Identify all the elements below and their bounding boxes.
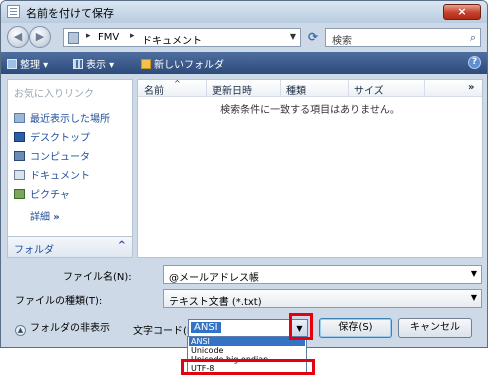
column-modified[interactable]: 更新日時 [212,82,252,97]
nav-link-label: コンピュータ [30,152,90,163]
file-list[interactable]: 名前 ^ 更新日時 種類 サイズ » 検索条件に一致する項目はありません。 [137,79,483,258]
column-size[interactable]: サイズ [354,82,384,97]
address-bar[interactable]: ▸ FMV ▸ ドキュメント ▼ [63,28,301,47]
new-folder-button[interactable]: 新しいフォルダ [141,56,224,71]
sort-ascending-icon: ^ [174,79,181,88]
filename-field[interactable]: @メールアドレス帳 ▼ [163,265,482,284]
views-button[interactable]: 表示 ▾ [73,56,114,71]
chevron-up-icon: ▲ [15,325,26,336]
encoding-option-unicode[interactable]: Unicode [189,346,305,355]
column-header-row: 名前 ^ 更新日時 種類 サイズ » [138,79,482,97]
chevron-up-icon: ^ [117,240,126,251]
views-icon [73,59,83,69]
empty-message: 検索条件に一致する項目はありません。 [220,105,400,116]
favorites-header: お気に入りリンク [14,89,94,100]
filetype-value: テキスト文書 (*.txt) [169,297,262,308]
nav-link-label: ピクチャ [30,190,70,201]
documents-icon [14,170,25,180]
breadcrumb-separator[interactable]: ▸ [130,31,135,41]
desktop-icon [14,132,25,142]
chevron-down-icon[interactable]: ▼ [471,269,477,278]
nav-link-pictures[interactable]: ピクチャ [14,186,70,201]
forward-button[interactable]: ▶ [29,26,51,48]
more-columns-icon[interactable]: » [468,82,474,93]
toolbar: 整理 ▾ 表示 ▾ 新しいフォルダ ? [1,52,487,74]
column-name[interactable]: 名前 [144,82,164,97]
search-icon[interactable]: ⌕ [470,31,476,45]
organize-button[interactable]: 整理 ▾ [7,56,48,71]
breadcrumb-separator[interactable]: ▸ [86,31,91,41]
new-folder-label: 新しいフォルダ [154,60,224,71]
column-divider[interactable] [348,80,349,97]
help-icon[interactable]: ? [468,56,481,69]
cancel-button[interactable]: キャンセル [398,318,472,338]
folder-icon [68,32,79,44]
nav-link-recent[interactable]: 最近表示した場所 [14,110,110,125]
organize-icon [7,59,17,69]
hide-folders-label: フォルダの非表示 [30,323,110,334]
nav-link-documents[interactable]: ドキュメント [14,167,90,182]
nav-link-computer[interactable]: コンピュータ [14,148,90,163]
refresh-icon[interactable]: ⟳ [303,28,323,47]
highlight-utf8-option [181,359,315,375]
window-title: 名前を付けて保存 [26,7,114,20]
filename-value: @メールアドレス帳 [169,273,259,284]
organize-label: 整理 [20,60,40,71]
breadcrumb-documents[interactable]: ドキュメント [142,32,202,47]
nav-link-label: ドキュメント [30,171,90,182]
address-dropdown-icon[interactable]: ▼ [290,32,296,41]
column-type[interactable]: 種類 [286,82,306,97]
views-label: 表示 [86,60,106,71]
navigation-pane: お気に入りリンク 最近表示した場所 デスクトップ コンピュータ ドキュメント ピ… [7,79,133,258]
breadcrumb-fmv[interactable]: FMV [98,32,119,43]
chevron-down-icon[interactable]: ▼ [471,293,477,302]
save-as-dialog: 名前を付けて保存 × ◀ ▶ ▸ FMV ▸ ドキュメント ▼ ⟳ 検索 ⌕ 整… [0,0,488,348]
folders-toggle[interactable]: フォルダ ^ [8,236,132,257]
nav-link-desktop[interactable]: デスクトップ [14,129,90,144]
details-label: 詳細 [30,212,50,223]
highlight-dropdown-button [289,313,313,340]
title-bar: 名前を付けて保存 × [1,1,487,23]
pictures-icon [14,189,25,199]
save-button[interactable]: 保存(S) [319,318,392,338]
nav-link-label: 最近表示した場所 [30,114,110,125]
filetype-select[interactable]: テキスト文書 (*.txt) ▼ [163,289,482,308]
details-chevron-icon: » [53,212,60,223]
search-input[interactable]: 検索 ⌕ [325,28,481,47]
encoding-value: ANSI [191,322,221,333]
hide-folders-toggle[interactable]: ▲ フォルダの非表示 [15,319,110,336]
filename-label: ファイル名(N): [63,272,132,283]
nav-link-label: デスクトップ [30,133,90,144]
details-link[interactable]: 詳細 » [30,208,60,223]
close-button[interactable]: × [443,4,481,20]
search-placeholder: 検索 [332,36,352,47]
column-divider[interactable] [424,80,425,97]
encoding-option-ansi[interactable]: ANSI [189,337,305,346]
folders-label: フォルダ [14,245,54,256]
new-folder-icon [141,59,151,69]
recent-places-icon [14,113,25,123]
address-row: ◀ ▶ ▸ FMV ▸ ドキュメント ▼ ⟳ 検索 ⌕ [1,23,487,51]
notepad-icon [7,5,20,18]
back-button[interactable]: ◀ [7,26,29,48]
column-divider[interactable] [280,80,281,97]
column-divider[interactable] [206,80,207,97]
filetype-label: ファイルの種類(T): [15,296,103,307]
computer-icon [14,151,25,161]
